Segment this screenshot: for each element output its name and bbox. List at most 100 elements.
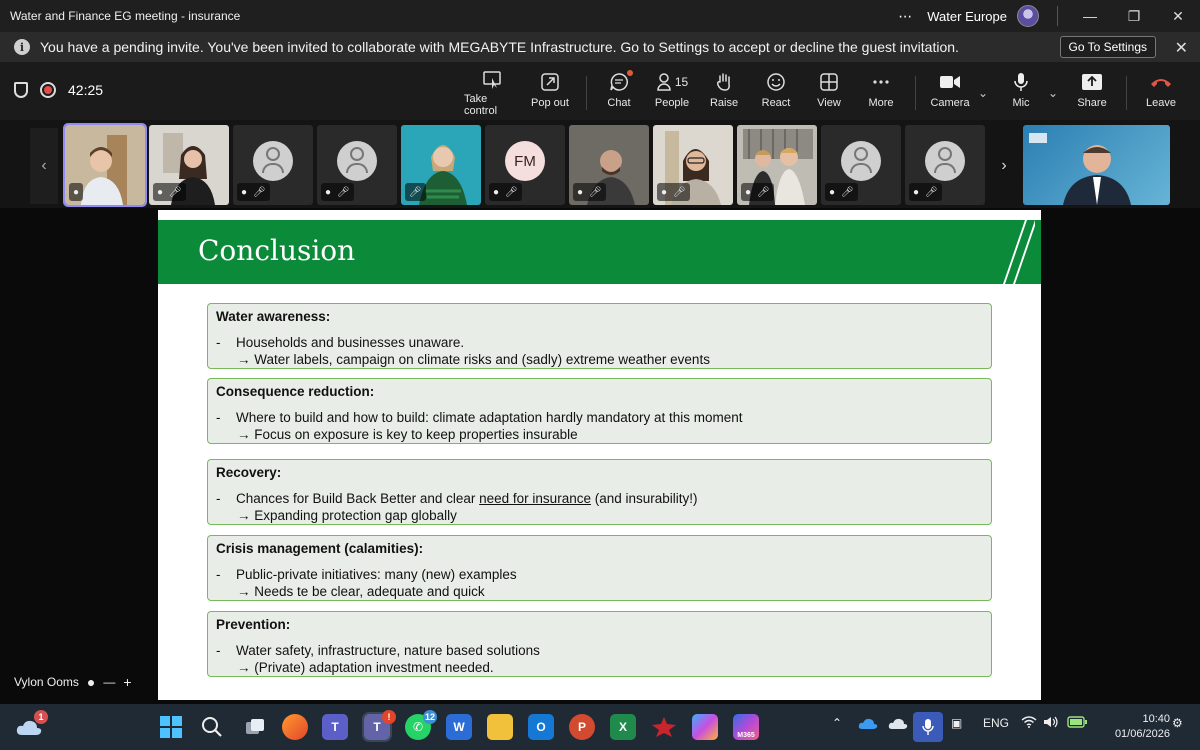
participant-tile[interactable]: ● 🎤︎ bbox=[569, 125, 649, 205]
wifi-icon[interactable] bbox=[1021, 716, 1037, 731]
game-app-icon[interactable] bbox=[651, 714, 677, 740]
raise-label: Raise bbox=[709, 97, 739, 109]
gallery-next-chevron-icon[interactable]: › bbox=[990, 128, 1018, 204]
participant-tile[interactable]: ● 🎤︎ bbox=[233, 125, 313, 205]
camera-icon bbox=[939, 70, 961, 94]
zoom-out-button[interactable]: — bbox=[103, 675, 115, 689]
powerpoint-icon[interactable]: P bbox=[569, 714, 595, 740]
participant-tile[interactable]: ● 🎤︎ bbox=[905, 125, 985, 205]
task-view-icon[interactable] bbox=[242, 714, 268, 740]
participant-tile[interactable]: FM ● 🎤︎ bbox=[485, 125, 565, 205]
cursor-icon bbox=[482, 70, 502, 90]
box-bullet: - Chances for Build Back Better and clear… bbox=[216, 491, 698, 506]
input-language[interactable]: ENG bbox=[983, 716, 1009, 730]
word-icon[interactable]: W bbox=[446, 714, 472, 740]
zoom-in-button[interactable]: + bbox=[123, 674, 131, 690]
box-bullet: - Where to build and how to build: climat… bbox=[216, 410, 743, 425]
title-bar-controls: ⋯ Water Europe — ❐ ✕ bbox=[898, 0, 1200, 32]
take-control-button[interactable]: Take control bbox=[464, 70, 520, 117]
raise-hand-button[interactable]: Raise bbox=[710, 70, 738, 116]
outlook-icon[interactable]: O bbox=[528, 714, 554, 740]
people-icon: 15 bbox=[656, 70, 688, 94]
mic-in-use-icon[interactable] bbox=[913, 712, 943, 742]
conclusion-box: Consequence reduction: - Where to build a… bbox=[207, 378, 992, 444]
participant-tile[interactable]: ● 🎤︎ bbox=[149, 125, 229, 205]
account-avatar[interactable] bbox=[1017, 5, 1039, 27]
file-explorer-icon[interactable] bbox=[487, 714, 513, 740]
smiley-icon bbox=[766, 70, 786, 94]
participant-tile[interactable]: ● 🎤︎ bbox=[737, 125, 817, 205]
windows-taskbar: 1 T T ! ✆ 12 W O P X M365 ⌃ ▣ ENG 10:40 … bbox=[0, 704, 1200, 750]
camera-button[interactable]: Camera bbox=[930, 70, 970, 116]
guest-icon: ● bbox=[73, 186, 80, 198]
tile-badges: 🎤︎ bbox=[405, 183, 426, 201]
m365-icon[interactable]: M365 bbox=[733, 714, 759, 740]
search-icon[interactable] bbox=[199, 714, 225, 740]
show-hidden-icons-chevron-icon[interactable]: ⌃ bbox=[832, 716, 842, 730]
mic-muted-icon: 🎤︎ bbox=[841, 186, 854, 198]
close-window-button[interactable]: ✕ bbox=[1156, 0, 1200, 32]
participant-tile[interactable]: ● bbox=[63, 123, 147, 207]
participant-tile[interactable]: ● 🎤︎ bbox=[821, 125, 901, 205]
whatsapp-badge: 12 bbox=[422, 710, 437, 724]
avatar bbox=[253, 141, 293, 181]
participant-tile[interactable]: 🎤︎ bbox=[401, 125, 481, 205]
info-icon: i bbox=[14, 39, 30, 55]
restore-button[interactable]: ❐ bbox=[1112, 0, 1156, 32]
m365-label: M365 bbox=[737, 732, 755, 739]
share-button[interactable]: Share bbox=[1077, 70, 1107, 116]
participant-tile[interactable]: ● 🎤︎ bbox=[653, 125, 733, 205]
camera-options-chevron-icon[interactable]: ⌄ bbox=[978, 86, 988, 100]
take-control-label: Take control bbox=[464, 93, 498, 117]
notifications-icon[interactable]: ⚙ bbox=[1172, 716, 1183, 730]
screen-share-tray-icon[interactable]: ▣ bbox=[951, 716, 962, 730]
grid-icon bbox=[820, 70, 838, 94]
mic-button[interactable]: Mic bbox=[1010, 70, 1032, 116]
teams-icon[interactable]: T bbox=[322, 714, 348, 740]
box-subpoint: → Expanding protection gap globally bbox=[237, 508, 457, 523]
leave-button[interactable]: Leave bbox=[1146, 70, 1176, 116]
windows-start-icon[interactable] bbox=[158, 714, 184, 740]
chat-button[interactable]: Chat bbox=[606, 70, 633, 116]
gallery-prev-chevron-icon[interactable]: ‹ bbox=[30, 128, 58, 204]
box-heading: Water awareness: bbox=[216, 309, 331, 324]
guest-icon: ● bbox=[577, 186, 584, 198]
teams-meeting-icon[interactable]: T ! bbox=[362, 710, 396, 742]
underlined-text: need for insurance bbox=[479, 491, 591, 506]
mic-muted-icon: 🎤︎ bbox=[757, 186, 770, 198]
box-heading: Crisis management (calamities): bbox=[216, 541, 424, 556]
tile-badges: ● 🎤︎ bbox=[321, 183, 354, 201]
org-name[interactable]: Water Europe bbox=[927, 9, 1007, 24]
mic-options-chevron-icon[interactable]: ⌄ bbox=[1048, 86, 1058, 100]
participant-tile[interactable]: ● 🎤︎ bbox=[317, 125, 397, 205]
minimize-button[interactable]: — bbox=[1068, 0, 1112, 32]
conclusion-box: Crisis management (calamities): - Public-… bbox=[207, 535, 992, 601]
go-to-settings-button[interactable]: Go To Settings bbox=[1059, 36, 1156, 58]
view-button[interactable]: View bbox=[816, 70, 842, 116]
more-button[interactable]: More bbox=[868, 70, 894, 116]
excel-icon[interactable]: X bbox=[610, 714, 636, 740]
system-clock[interactable]: 10:40 01/06/2026 bbox=[1115, 712, 1170, 742]
battery-icon[interactable] bbox=[1067, 716, 1087, 731]
window-title: Water and Finance EG meeting - insurance bbox=[10, 9, 241, 23]
avatar bbox=[925, 141, 965, 181]
tile-badges: ● 🎤︎ bbox=[825, 183, 858, 201]
copilot-icon[interactable] bbox=[692, 714, 718, 740]
close-banner-icon[interactable]: ✕ bbox=[1175, 38, 1188, 58]
cloud-sync-icon[interactable] bbox=[888, 716, 908, 733]
avatar bbox=[337, 141, 377, 181]
more-options-icon[interactable]: ⋯ bbox=[898, 8, 913, 25]
react-button[interactable]: React bbox=[762, 70, 790, 116]
more-label: More bbox=[868, 97, 894, 109]
whatsapp-icon[interactable]: ✆ 12 bbox=[405, 710, 437, 740]
shield-icon[interactable] bbox=[14, 82, 28, 98]
onedrive-icon[interactable] bbox=[858, 716, 878, 733]
volume-icon[interactable] bbox=[1043, 716, 1059, 731]
people-button[interactable]: 15 People bbox=[654, 70, 690, 116]
firefox-icon[interactable] bbox=[282, 714, 308, 740]
pop-out-button[interactable]: Pop out bbox=[530, 70, 570, 116]
tile-badges: ● 🎤︎ bbox=[489, 183, 522, 201]
recording-icon[interactable] bbox=[40, 82, 56, 98]
active-speaker-tile[interactable]: ▮ bbox=[1023, 125, 1170, 205]
weather-icon[interactable]: 1 bbox=[16, 710, 48, 740]
